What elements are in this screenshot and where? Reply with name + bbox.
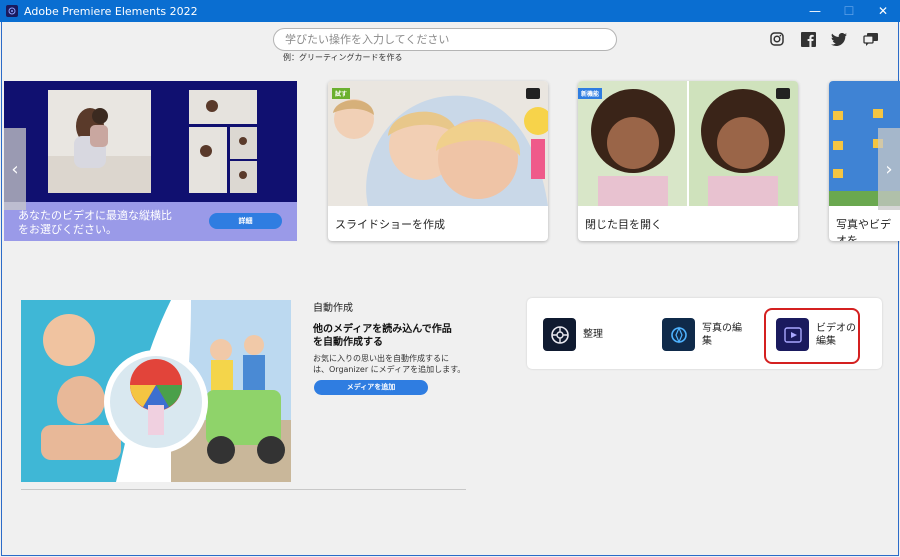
hero-text-line2: をお選びください。 xyxy=(18,223,117,236)
maximize-button[interactable]: ☐ xyxy=(832,0,866,22)
facebook-icon[interactable] xyxy=(798,30,818,48)
close-button[interactable]: ✕ xyxy=(866,0,900,22)
open-eyes-label: 閉じた目を開く xyxy=(585,218,662,231)
slideshow-card[interactable]: 試す スライドショーを作成 xyxy=(328,81,548,241)
twitter-icon[interactable] xyxy=(829,30,849,48)
carousel-next-arrow[interactable]: › xyxy=(878,128,900,210)
auto-create-desc-line2: は、Organizer にメディアを追加します。 xyxy=(313,365,466,374)
add-media-button[interactable]: メディアを追加 xyxy=(314,380,428,395)
organizer-app-button[interactable]: 整理 xyxy=(543,318,603,351)
photo-editor-label-line1: 写真の編 xyxy=(702,322,742,334)
feedback-icon[interactable] xyxy=(861,30,881,48)
auto-create-title: 自動作成 xyxy=(313,303,353,314)
carousel-prev-arrow[interactable]: ‹ xyxy=(4,128,26,210)
auto-create-image xyxy=(21,300,291,482)
section-divider xyxy=(21,489,466,490)
details-button[interactable]: 詳細 xyxy=(209,213,282,229)
organizer-label-line1: 整理 xyxy=(583,329,603,340)
hero-text: あなたのビデオに最適な縦横比 をお選びください。 xyxy=(18,209,172,237)
organizer-label: 整理 xyxy=(583,328,603,341)
hero-text-line1: あなたのビデオに最適な縦横比 xyxy=(18,209,172,222)
slideshow-image xyxy=(328,81,548,206)
photo-editor-app-button[interactable]: 写真の編 集 xyxy=(662,318,742,351)
photo-video-label: 写真やビデオを xyxy=(836,218,891,241)
search-input[interactable]: 学びたい操作を入力してください xyxy=(273,28,617,51)
title-bar: Adobe Premiere Elements 2022 — ☐ ✕ xyxy=(0,0,900,22)
organizer-icon xyxy=(543,318,576,351)
photo-editor-label-line2: 集 xyxy=(702,335,712,347)
auto-create-description: お気に入りの思い出を自動作成するに は、Organizer にメディアを追加しま… xyxy=(313,353,465,375)
auto-create-heading: 他のメディアを読み込んで作品 を自動作成する xyxy=(313,323,452,349)
slideshow-label: スライドショーを作成 xyxy=(335,218,445,231)
instagram-icon[interactable] xyxy=(767,30,787,48)
minimize-button[interactable]: — xyxy=(798,0,832,22)
search-hint: 例：グリーティングカードを作る xyxy=(283,53,403,62)
auto-create-heading-line2: を自動作成する xyxy=(313,337,383,348)
try-badge: 試す xyxy=(332,88,351,99)
video-editor-highlight xyxy=(764,308,860,364)
aspect-ratio-card[interactable]: あなたのビデオに最適な縦横比 をお選びください。 詳細 xyxy=(4,81,297,241)
photo-editor-label: 写真の編 集 xyxy=(702,322,742,348)
photo-editor-icon xyxy=(662,318,695,351)
open-closed-eyes-card[interactable]: 新機能 閉じた目を開く xyxy=(578,81,798,241)
auto-create-heading-line1: 他のメディアを読み込んで作品 xyxy=(313,324,452,335)
premiere-app-icon xyxy=(6,5,18,17)
open-eyes-image xyxy=(578,81,798,206)
new-feature-badge: 新機能 xyxy=(578,88,603,99)
photo-camera-icon xyxy=(776,88,790,99)
window-title: Adobe Premiere Elements 2022 xyxy=(24,4,198,18)
photo-camera-icon xyxy=(526,88,540,99)
auto-create-desc-line1: お気に入りの思い出を自動作成するに xyxy=(313,354,449,363)
